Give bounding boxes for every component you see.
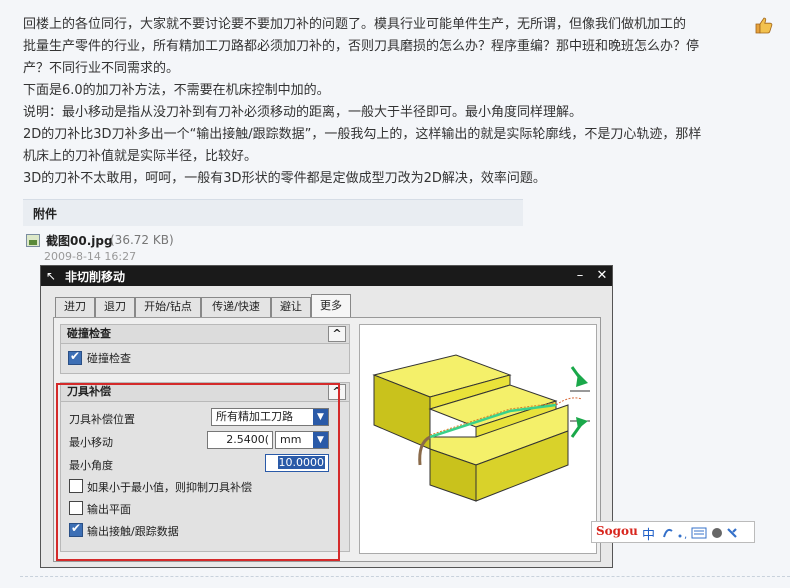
comp-position-label: 刀具补偿位置	[69, 413, 135, 426]
attachment-file-link[interactable]: 截图00.jpg	[46, 232, 113, 249]
suppress-comp-checkbox[interactable]	[69, 479, 83, 493]
attachment-file-size: (36.72 KB)	[110, 233, 174, 247]
minimize-button[interactable]: –	[572, 268, 588, 284]
cursor-arrow-icon: ↖	[46, 269, 57, 283]
output-contact-checkbox[interactable]	[69, 521, 83, 537]
ime-mode-toggle[interactable]: 中	[642, 524, 655, 543]
min-angle-label: 最小角度	[69, 459, 113, 472]
collision-check-header-label: 碰撞检查	[67, 327, 111, 340]
min-angle-input[interactable]: 10.0000	[265, 454, 329, 472]
post-text-line: 产？不同行业不同需求的。	[23, 61, 180, 76]
min-angle-value: 10.0000	[277, 456, 325, 469]
post-text-line: 机床上的刀补值就是实际半径，比较好。	[23, 149, 258, 164]
tab-content: 碰撞检查 ^ 碰撞检查 刀具补偿 ^ 刀具补偿位置 所有精加工刀路 ▼ 最小移动…	[53, 317, 601, 562]
min-move-unit-value: mm	[280, 433, 302, 446]
collision-check-group: 碰撞检查	[60, 344, 350, 374]
post-text-line: 回楼上的各位同行，大家就不要讨论要不要加刀补的问题了。模具行业可能单件生产，无所…	[23, 17, 687, 32]
post-divider	[20, 576, 790, 577]
sogou-logo: Sogou	[596, 524, 638, 538]
min-move-label: 最小移动	[69, 436, 113, 449]
close-icon[interactable]: ✕	[594, 268, 610, 284]
min-move-input[interactable]: 2.5400(	[207, 431, 273, 449]
suppress-comp-label: 如果小于最小值，则抑制刀具补偿	[87, 481, 252, 494]
collision-check-label: 碰撞检查	[87, 352, 131, 365]
cutter-comp-header-label: 刀具补偿	[67, 385, 111, 398]
output-contact-label: 输出接触/跟踪数据	[87, 525, 179, 538]
thumbs-up-icon[interactable]	[754, 16, 774, 34]
tab-start-drill-point[interactable]: 开始/钻点	[135, 297, 201, 317]
image-file-icon	[26, 234, 40, 247]
tab-avoidance[interactable]: 避让	[271, 297, 311, 317]
tab-engage[interactable]: 进刀	[55, 297, 95, 317]
chevron-down-icon[interactable]: ▼	[313, 432, 328, 448]
toolpath-preview-image	[359, 324, 597, 554]
stepped-block-illustration	[372, 354, 590, 502]
comp-position-select[interactable]: 所有精加工刀路 ▼	[211, 408, 329, 426]
post-text-line: 下面是6.0的加刀补方法，不需要在机床控制中加的。	[23, 83, 330, 98]
dialog-title: 非切削移动	[65, 270, 126, 284]
ime-tools-icon: ,	[663, 527, 737, 541]
tab-more[interactable]: 更多	[311, 294, 351, 318]
attachment-title: 附件	[33, 207, 58, 221]
tab-transfer-rapid[interactable]: 传递/快速	[201, 297, 271, 317]
post-text-line: 批量生产零件的行业，所有精加工刀路都必须加刀补的，否则刀具磨损的怎么办？程序重编…	[23, 39, 700, 54]
non-cutting-moves-dialog: ↖ 非切削移动 – ✕ 进刀 退刀 开始/钻点 传递/快速 避让 更多 碰撞检查…	[40, 265, 613, 568]
chevron-up-icon[interactable]: ^	[328, 326, 346, 342]
output-plane-checkbox[interactable]	[69, 501, 83, 515]
output-plane-label: 输出平面	[87, 503, 131, 516]
post-text-line: 3D的刀补不太敢用，呵呵，一般有3D形状的零件都是定做成型刀改为2D解决，效率问…	[23, 171, 546, 186]
post-text-line: 2D的刀补比3D刀补多出一个“输出接触/跟踪数据”，一般我勾上的，这样输出的就是…	[23, 127, 702, 142]
sogou-ime-toolbar[interactable]: Sogou 中 ,	[591, 521, 755, 543]
attachment-date: 2009-8-14 16:27	[44, 250, 137, 263]
collision-check-group-header[interactable]: 碰撞检查 ^	[60, 324, 350, 344]
cutter-comp-group-header[interactable]: 刀具补偿 ^	[60, 382, 350, 402]
dialog-titlebar[interactable]: ↖ 非切削移动 – ✕	[41, 266, 612, 286]
min-move-unit-select[interactable]: mm ▼	[275, 431, 329, 449]
collision-check-checkbox[interactable]	[68, 349, 82, 365]
attachment-header: 附件	[23, 199, 523, 226]
svg-text:,: ,	[684, 530, 687, 541]
comp-position-value: 所有精加工刀路	[216, 410, 293, 423]
post-text-line: 说明：最小移动是指从没刀补到有刀补必须移动的距离，一般大于半径即可。最小角度同样…	[23, 105, 583, 120]
tab-retract[interactable]: 退刀	[95, 297, 135, 317]
chevron-up-icon[interactable]: ^	[328, 384, 346, 400]
chevron-down-icon[interactable]: ▼	[313, 409, 328, 425]
ime-toolbar-icons[interactable]: ,	[662, 525, 748, 544]
cutter-comp-group: 刀具补偿位置 所有精加工刀路 ▼ 最小移动 2.5400( mm ▼ 最小角度 …	[60, 402, 350, 552]
